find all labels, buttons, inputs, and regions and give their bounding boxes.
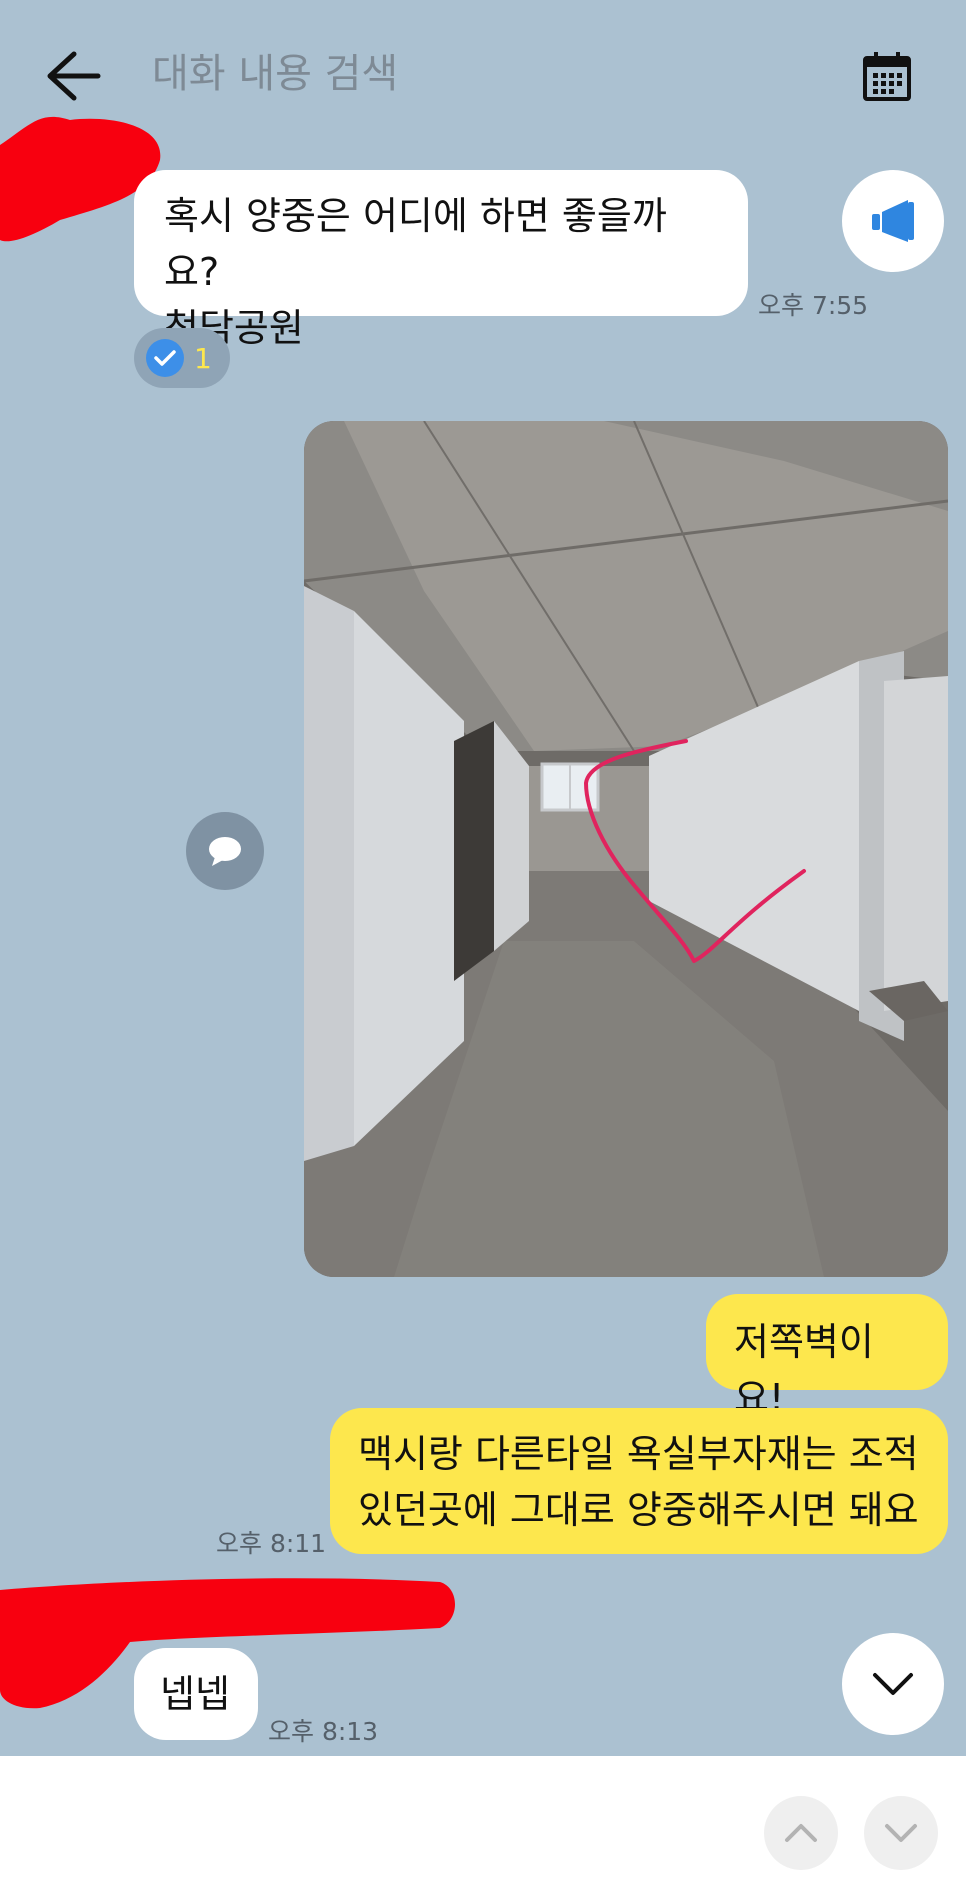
read-count-badge[interactable]: 1 — [134, 328, 230, 388]
previous-result-button[interactable] — [764, 1796, 838, 1870]
chevron-up-icon — [785, 1824, 817, 1842]
message-line: 혹시 양중은 어디에 하면 좋을까요? — [164, 194, 667, 294]
megaphone-icon — [872, 200, 914, 242]
calendar-button[interactable] — [862, 50, 912, 102]
message-bubble-sent[interactable]: 맥시랑 다른타일 욕실부자재는 조적 있던곳에 그대로 양중해주시면 돼요 — [330, 1408, 948, 1554]
search-input[interactable] — [140, 44, 724, 104]
arrow-left-icon — [47, 51, 101, 101]
message-time: 오후 8:11 — [216, 1529, 327, 1558]
message-line: 맥시랑 다른타일 욕실부자재는 조적 — [358, 1432, 919, 1476]
calendar-icon — [863, 52, 911, 101]
message-line: 있던곳에 그대로 양중해주시면 돼요 — [358, 1488, 919, 1532]
room-photo — [304, 421, 948, 1277]
message-time: 오후 8:13 — [268, 1717, 379, 1746]
comment-button[interactable] — [186, 812, 264, 890]
scroll-to-bottom-button[interactable] — [842, 1633, 944, 1735]
chevron-down-icon — [873, 1673, 913, 1695]
message-line: 넵넵 — [160, 1672, 230, 1716]
message-time: 오후 7:55 — [758, 291, 869, 320]
chevron-down-icon — [885, 1824, 917, 1842]
message-line: 청담공원 — [164, 306, 304, 350]
speech-bubble-icon — [209, 837, 241, 866]
photo-message[interactable] — [304, 421, 948, 1277]
message-bubble-received[interactable]: 혹시 양중은 어디에 하면 좋을까요? 청담공원 — [134, 170, 748, 350]
next-result-button[interactable] — [864, 1796, 938, 1870]
message-bubble-received[interactable]: 넵넵 — [134, 1648, 258, 1740]
message-bubble-sent[interactable]: 저쪽벽이요! — [706, 1294, 948, 1420]
check-icon — [146, 339, 184, 377]
search-navigation-bar — [0, 1756, 966, 1885]
back-button[interactable] — [44, 48, 104, 104]
notice-button[interactable] — [842, 170, 944, 272]
read-count: 1 — [194, 341, 212, 375]
